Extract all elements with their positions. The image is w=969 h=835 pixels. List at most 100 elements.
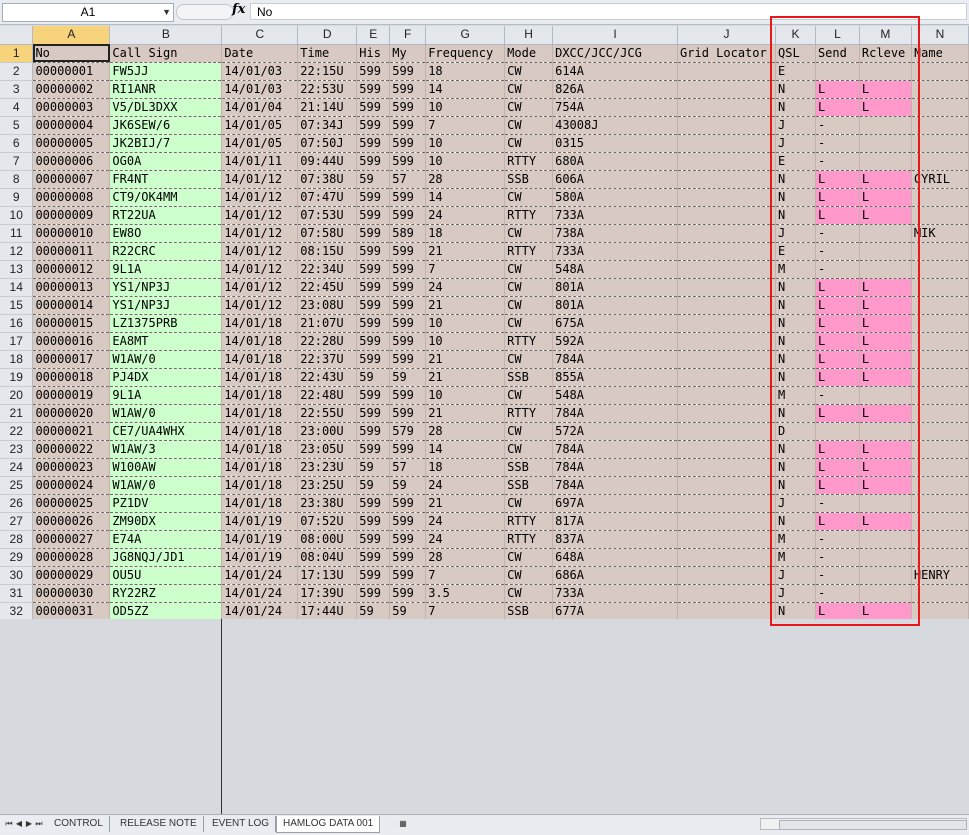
cell[interactable]: 00000025 [32,494,111,513]
cell[interactable]: 59 [356,458,391,477]
cell[interactable]: 00000006 [32,152,111,171]
cell[interactable] [677,62,776,81]
cell[interactable]: RTTY [504,404,554,423]
cell[interactable]: CW [504,296,554,315]
cell[interactable]: CW [504,422,554,441]
cell[interactable]: 675A [552,314,679,333]
cell[interactable]: 00000001 [32,62,111,81]
cell[interactable]: 14/01/18 [221,314,299,333]
cell[interactable]: 599 [389,188,427,207]
cell[interactable] [677,332,776,351]
cell[interactable] [911,98,969,117]
cell[interactable]: L [815,206,860,225]
cell[interactable]: FW5JJ [109,62,223,81]
header-cell[interactable]: DXCC/JCC/JCG [552,44,679,63]
cell[interactable]: N [775,206,816,225]
cell[interactable]: N [775,278,816,297]
column-header-d[interactable]: D [297,26,358,45]
cell[interactable]: CW [504,566,554,585]
cell[interactable]: 14/01/03 [221,62,299,81]
cell[interactable]: D [775,422,816,441]
cell[interactable] [677,278,776,297]
cell[interactable] [911,422,969,441]
cell[interactable]: 21:07U [297,314,358,333]
cell[interactable]: 24 [425,206,506,225]
cell[interactable]: CW [504,278,554,297]
row-header[interactable]: 30 [0,566,34,585]
cell[interactable]: JG8NQJ/JD1 [109,548,223,567]
spreadsheet-grid[interactable]: ABCDEFGHIJKLMN 1 No Call Sign Date Time His My… [0,26,969,619]
header-cell[interactable]: Rcleve [859,44,912,63]
cell[interactable]: RTTY [504,512,554,531]
cell[interactable]: L [815,458,860,477]
cell[interactable]: 599 [389,530,427,549]
cell[interactable]: L [859,476,912,495]
cell[interactable] [859,494,912,513]
cell[interactable]: 599 [389,134,427,153]
cell[interactable] [677,548,776,567]
row-header[interactable]: 13 [0,260,34,279]
cell[interactable]: 28 [425,422,506,441]
column-header-a[interactable]: A [32,26,111,45]
cell[interactable]: 801A [552,278,679,297]
cell[interactable]: RTTY [504,332,554,351]
cell[interactable]: SSB [504,368,554,387]
cell[interactable]: 00000014 [32,296,111,315]
cell[interactable]: EW8O [109,224,223,243]
cell[interactable] [677,440,776,459]
cell[interactable]: 14/01/12 [221,296,299,315]
cell[interactable] [911,404,969,423]
cell[interactable] [815,62,860,81]
cell[interactable] [677,314,776,333]
cell[interactable] [677,422,776,441]
cell[interactable]: E [775,152,816,171]
cell[interactable]: 754A [552,98,679,117]
cell[interactable]: M [775,530,816,549]
cell[interactable]: OG0A [109,152,223,171]
cell[interactable]: 23:08U [297,296,358,315]
cell[interactable]: W1AW/0 [109,404,223,423]
cell[interactable]: 784A [552,404,679,423]
cell[interactable] [911,512,969,531]
tab-event-log[interactable]: EVENT LOG [206,816,277,832]
cell[interactable]: 00000028 [32,548,111,567]
row-header[interactable]: 24 [0,458,34,477]
cell[interactable]: N [775,404,816,423]
cell[interactable] [677,512,776,531]
cell[interactable]: 14/01/19 [221,548,299,567]
column-header-l[interactable]: L [815,26,860,45]
cell[interactable]: 22:55U [297,404,358,423]
cell[interactable]: HENRY [911,566,969,585]
cell[interactable]: 599 [389,566,427,585]
cell[interactable]: L [815,188,860,207]
cell[interactable]: 572A [552,422,679,441]
cell[interactable]: L [859,332,912,351]
cell[interactable]: 59 [356,602,391,619]
cell[interactable] [911,584,969,603]
cell[interactable]: 59 [356,170,391,189]
row-header[interactable]: 1 [0,44,34,63]
cell[interactable] [911,368,969,387]
cell[interactable]: 599 [389,404,427,423]
cell[interactable]: N [775,98,816,117]
cell[interactable]: EA8MT [109,332,223,351]
cell[interactable]: 14 [425,80,506,99]
column-header-f[interactable]: F [389,26,427,45]
cell[interactable]: MIK [911,224,969,243]
cell[interactable]: 17:13U [297,566,358,585]
header-cell[interactable]: Date [221,44,299,63]
cell[interactable]: 14/01/12 [221,206,299,225]
cell[interactable]: 21 [425,404,506,423]
cell[interactable]: 00000030 [32,584,111,603]
cell[interactable]: L [859,278,912,297]
cell[interactable] [677,116,776,135]
row-header[interactable]: 17 [0,332,34,351]
cell[interactable]: CE7/UA4WHX [109,422,223,441]
row-header[interactable]: 28 [0,530,34,549]
cell[interactable]: 14/01/12 [221,188,299,207]
cell[interactable]: 14 [425,188,506,207]
cell[interactable]: CW [504,98,554,117]
cell[interactable]: L [815,602,860,619]
cell[interactable] [677,368,776,387]
cell[interactable]: W1AW/0 [109,350,223,369]
